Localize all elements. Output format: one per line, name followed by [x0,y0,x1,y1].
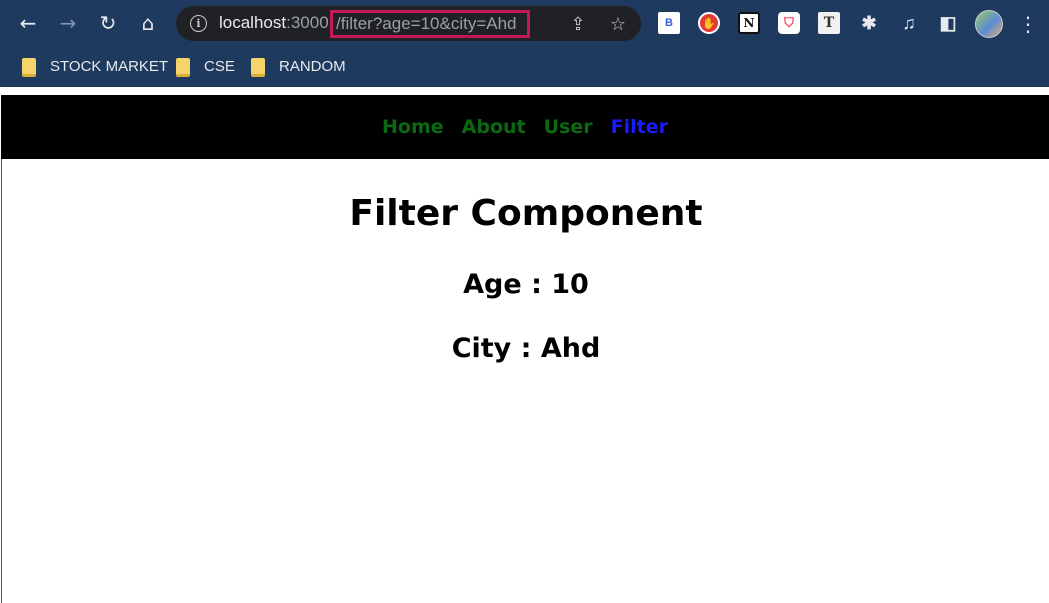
age-display: Age : 10 [463,269,589,300]
bookmarks-bar: STOCK MARKET CSE RANDOM [0,47,1049,87]
nav-link-filter[interactable]: Filter [611,116,668,138]
profile-avatar[interactable] [975,10,1003,38]
browser-toolbar: ← → ↻ ⌂ i localhost:3000 /filter?age=10&… [0,0,1049,47]
bookmark-label: CSE [204,57,235,75]
url-hostname: localhost [219,13,287,32]
bookmark-label: STOCK MARKET [50,57,169,75]
media-control-icon[interactable]: ♫ [898,12,920,34]
extension-t-icon[interactable]: T [818,12,840,34]
address-bar[interactable]: i localhost:3000 /filter?age=10&city=Ahd… [176,6,641,41]
nav-link-about[interactable]: About [462,116,526,138]
folder-icon [22,57,36,77]
url-host: localhost:3000 [219,13,329,33]
page-content: Filter Component Age : 10 City : Ahd [1,159,1049,603]
city-display: City : Ahd [451,333,601,364]
chrome-divider [0,87,1049,95]
side-panel-icon[interactable]: ◧ [937,12,959,34]
page-title: Filter Component [349,193,703,234]
extensions-puzzle-icon[interactable]: ✱ [858,12,880,34]
share-icon[interactable]: ⇪ [566,12,590,36]
url-path: /filter?age=10&city=Ahd [336,14,517,33]
back-arrow-icon[interactable]: ← [13,8,43,38]
bookmark-stock-market[interactable]: STOCK MARKET [22,55,168,77]
bookmark-label: RANDOM [279,57,346,75]
site-info-icon[interactable]: i [190,15,207,32]
home-icon[interactable]: ⌂ [133,8,163,38]
nav-link-user[interactable]: User [544,116,593,138]
pocket-extension-icon[interactable]: ⛉ [778,12,800,34]
reload-icon[interactable]: ↻ [93,8,123,38]
extension-b-icon[interactable]: B [658,12,680,34]
app-navbar: Home About User Filter [1,95,1049,159]
bookmark-random[interactable]: RANDOM [251,55,346,77]
extension-stop-icon[interactable]: ✋ [698,12,720,34]
url-port: :3000 [286,13,329,32]
forward-arrow-icon[interactable]: → [53,8,83,38]
bookmark-cse[interactable]: CSE [176,55,235,77]
browser-menu-icon[interactable]: ⋮ [1018,10,1038,38]
nav-link-home[interactable]: Home [382,116,444,138]
folder-icon [251,57,265,77]
bookmark-star-icon[interactable]: ☆ [606,12,630,36]
url-path-highlight: /filter?age=10&city=Ahd [330,10,530,38]
folder-icon [176,57,190,77]
notion-extension-icon[interactable]: N [738,12,760,34]
